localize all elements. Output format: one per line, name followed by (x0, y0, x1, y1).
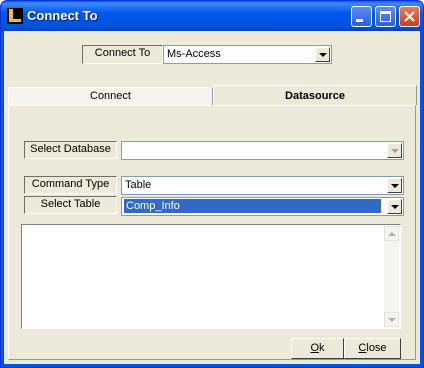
close-button[interactable]: Close (344, 338, 401, 359)
select-table-value: Comp_Info (124, 199, 381, 213)
chevron-down-icon[interactable] (387, 178, 402, 193)
close-icon (404, 11, 415, 22)
command-type-dropdown[interactable]: Table (121, 176, 404, 195)
connect-to-dropdown[interactable]: Ms-Access (163, 45, 332, 64)
command-type-value: Table (125, 179, 152, 191)
ok-button[interactable]: Ok (291, 338, 344, 359)
app-logo-icon (7, 8, 23, 24)
connect-to-value: Ms-Access (167, 48, 221, 60)
window-title: Connect To (27, 8, 98, 23)
title-bar[interactable]: Connect To (1, 1, 423, 31)
minimize-button[interactable] (351, 6, 372, 27)
select-database-dropdown[interactable] (121, 141, 404, 160)
vertical-scrollbar[interactable] (384, 226, 399, 327)
close-window-button[interactable] (399, 6, 420, 27)
connect-to-window: Connect To Connect To Ms-Access Connect … (0, 0, 424, 368)
sql-text-area[interactable] (21, 224, 401, 329)
connect-to-label: Connect To (82, 45, 163, 64)
scroll-down-icon[interactable] (384, 312, 399, 327)
scroll-up-icon[interactable] (384, 226, 399, 241)
dialog-body: Connect To Ms-Access Connect Datasource … (4, 31, 420, 364)
chevron-down-icon[interactable] (387, 199, 402, 214)
chevron-down-icon[interactable] (387, 143, 402, 158)
select-database-label: Select Database (24, 141, 117, 159)
command-type-label: Command Type (24, 176, 117, 194)
select-table-dropdown[interactable]: Comp_Info (121, 197, 404, 216)
select-table-label: Select Table (24, 196, 117, 214)
maximize-button[interactable] (375, 6, 396, 27)
chevron-down-icon[interactable] (315, 47, 330, 62)
maximize-icon (380, 11, 391, 22)
tab-datasource[interactable]: Datasource (213, 85, 417, 105)
minimize-icon (356, 19, 363, 22)
tab-connect[interactable]: Connect (8, 87, 213, 105)
